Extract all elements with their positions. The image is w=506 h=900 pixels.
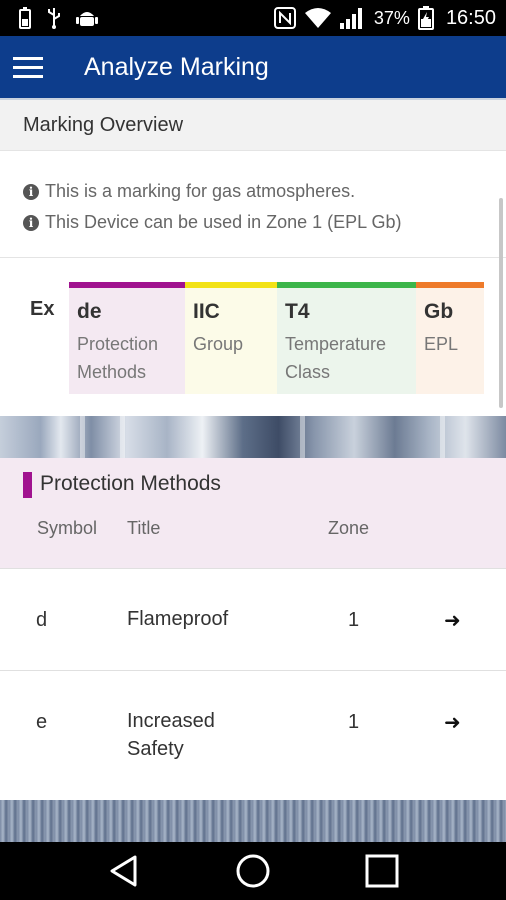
nfc-icon <box>273 7 296 29</box>
banner-pipe <box>440 416 445 458</box>
info-text: This is a marking for gas atmospheres. <box>45 181 356 201</box>
arrow-right-icon[interactable]: ➜ <box>444 710 461 735</box>
info-icon: i <box>23 183 39 200</box>
banner-pipe <box>120 416 125 458</box>
row-title: Increased Safety <box>127 707 215 763</box>
segment-code: Gb <box>424 300 454 323</box>
segment-label: EPL <box>424 330 484 358</box>
segment-label: Group <box>193 330 277 358</box>
status-bar: 37% 16:50 <box>0 0 506 36</box>
marking-segment-epl[interactable]: Gb EPL <box>416 282 484 394</box>
info-line: i This Device can be used in Zone 1 (EPL… <box>23 207 506 238</box>
wifi-icon <box>304 8 331 28</box>
marking-segment-temperature[interactable]: T4 Temperature Class <box>277 282 416 394</box>
android-icon <box>76 12 98 26</box>
info-area: i This is a marking for gas atmospheres.… <box>0 150 506 258</box>
segment-code: de <box>77 300 102 323</box>
banner-pipe <box>300 416 305 458</box>
back-icon[interactable] <box>107 854 141 888</box>
segment-label-line: Methods <box>77 362 147 382</box>
row-symbol: e <box>36 711 48 733</box>
table-row[interactable]: e Increased Safety 1 ➜ <box>0 670 506 800</box>
info-icon: i <box>23 214 39 231</box>
banner-image <box>0 416 506 458</box>
column-header-symbol: Symbol <box>37 518 98 538</box>
segment-code: T4 <box>285 300 310 323</box>
battery-percent: 37% <box>373 7 410 28</box>
clock: 16:50 <box>445 6 496 29</box>
segment-label-line: Class <box>285 362 331 382</box>
marking-segment-protection[interactable]: de Protection Methods <box>69 282 185 394</box>
home-icon[interactable] <box>235 853 271 889</box>
menu-button[interactable] <box>0 36 56 98</box>
info-text: This Device can be used in Zone 1 (EPL G… <box>45 212 402 232</box>
row-title-line: Flameproof <box>127 608 229 630</box>
banner-pipe <box>80 416 85 458</box>
battery-icon <box>19 7 31 29</box>
row-zone: 1 <box>348 609 360 631</box>
signal-icon <box>339 8 362 29</box>
marking-segment-group[interactable]: IIC Group <box>185 282 277 394</box>
segment-label-line: Protection <box>77 334 159 354</box>
table-row[interactable]: d Flameproof 1 ➜ <box>0 568 506 670</box>
protection-methods-header: Protection Methods Symbol Title Zone <box>0 458 506 568</box>
column-header-title: Title <box>127 518 161 538</box>
arrow-right-icon[interactable]: ➜ <box>444 608 461 633</box>
segment-label-line: Group <box>193 334 244 354</box>
section-accent-bar <box>23 472 32 498</box>
recents-icon[interactable] <box>365 854 399 888</box>
footer-banner-image <box>0 800 506 842</box>
marking-breakdown: Ex de Protection Methods IIC Group T4 Te… <box>0 282 506 394</box>
page-title: Analyze Marking <box>84 52 269 81</box>
segment-label: Temperature Class <box>285 330 416 386</box>
row-symbol: d <box>36 609 48 631</box>
protection-methods-title: Protection Methods <box>40 472 221 495</box>
segment-label: Protection Methods <box>77 330 185 386</box>
segment-code: IIC <box>193 300 220 323</box>
row-zone: 1 <box>348 711 360 733</box>
column-header-zone: Zone <box>328 518 370 538</box>
system-nav-bar <box>0 842 506 900</box>
marking-overview-header: Marking Overview <box>0 98 506 150</box>
row-title: Flameproof <box>127 605 228 633</box>
segment-label-line: Temperature <box>285 334 387 354</box>
battery-charging-icon <box>417 6 434 30</box>
row-title-line: Increased <box>127 710 215 732</box>
row-title-line: Safety <box>127 738 184 760</box>
ex-prefix: Ex <box>30 298 55 320</box>
info-line: i This is a marking for gas atmospheres. <box>23 176 506 207</box>
usb-icon <box>48 8 60 29</box>
segment-label-line: EPL <box>424 334 459 354</box>
hamburger-menu-icon <box>13 57 43 78</box>
app-bar: Analyze Marking <box>0 36 506 98</box>
